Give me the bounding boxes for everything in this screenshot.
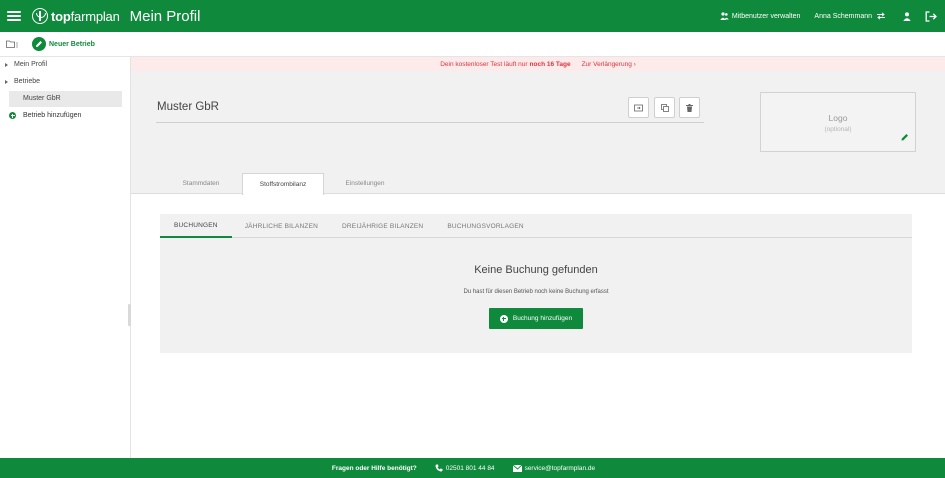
empty-state-text: Du hast für diesen Betrieb noch keine Bu… bbox=[463, 289, 609, 295]
logo-upload[interactable]: Logo (optional) bbox=[760, 92, 916, 152]
phone-link[interactable]: 02501 801 44 84 bbox=[435, 464, 495, 472]
folder-view-icon[interactable] bbox=[6, 40, 20, 48]
sidebar-item-selected-farm[interactable]: Muster GbR bbox=[9, 91, 122, 107]
user-switch[interactable]: Anna Schemmann bbox=[814, 12, 889, 20]
sidebar-item-my-profile[interactable]: Mein Profil bbox=[0, 61, 47, 68]
toolbar: Neuer Betrieb bbox=[0, 32, 945, 57]
email-address: service@topfarmplan.de bbox=[524, 464, 596, 472]
bookings-card: BUCHUNGEN JÄHRLICHE BILANZEN DREIJÄHRIGE… bbox=[160, 214, 912, 353]
sidebar-item-farms[interactable]: Betriebe bbox=[0, 78, 40, 85]
add-farm-label: Betrieb hinzufügen bbox=[23, 112, 82, 119]
new-farm-button[interactable]: Neuer Betrieb bbox=[32, 37, 95, 51]
new-farm-label: Neuer Betrieb bbox=[49, 40, 95, 48]
user-name: Anna Schemmann bbox=[814, 12, 872, 20]
caret-right-icon bbox=[5, 79, 8, 84]
tab-dreijaehrige-bilanzen[interactable]: DREIJÄHRIGE BILANZEN bbox=[331, 214, 434, 238]
phone-icon bbox=[435, 464, 443, 472]
name-underline bbox=[156, 122, 704, 123]
export-button[interactable] bbox=[628, 97, 649, 118]
sidebar-item-label: Mein Profil bbox=[14, 61, 48, 68]
bookings-tabs: BUCHUNGEN JÄHRLICHE BILANZEN DREIJÄHRIGE… bbox=[160, 214, 912, 238]
delete-button[interactable] bbox=[679, 97, 700, 118]
footer: Fragen oder Hilfe benötigt? 02501 801 44… bbox=[0, 458, 945, 478]
plus-circle-icon bbox=[9, 112, 16, 119]
edit-logo-icon[interactable] bbox=[901, 128, 909, 146]
brand-logo[interactable]: topfarmplan bbox=[32, 8, 120, 24]
farm-profile-panel: Muster GbR Logo (optional) Stammdaten St… bbox=[131, 71, 945, 195]
logout-icon[interactable] bbox=[925, 10, 937, 22]
swap-icon bbox=[877, 12, 885, 20]
sidebar-item-label: Betriebe bbox=[14, 78, 41, 85]
trial-banner: Dein kostenloser Test läuft nur noch 16 … bbox=[131, 57, 945, 71]
add-booking-button[interactable]: Buchung hinzufügen bbox=[489, 308, 583, 329]
plus-circle-icon bbox=[499, 314, 508, 323]
farm-name: Muster GbR bbox=[157, 101, 219, 113]
extend-trial-link[interactable]: Zur Verlängerung › bbox=[582, 61, 636, 68]
app-header: topfarmplan Mein Profil Mitbenutzer verw… bbox=[0, 0, 945, 32]
sidebar-resize-handle[interactable] bbox=[128, 304, 131, 326]
users-icon bbox=[720, 12, 729, 20]
sidebar: Mein Profil Betriebe Muster GbR Betrieb … bbox=[0, 57, 131, 458]
page-title: Mein Profil bbox=[129, 7, 201, 25]
co-users-label: Mitbenutzer verwalten bbox=[731, 12, 801, 20]
tab-buchungen[interactable]: BUCHUNGEN bbox=[160, 214, 232, 238]
copy-icon bbox=[660, 103, 669, 112]
logo-subtitle: (optional) bbox=[824, 126, 852, 133]
trial-text: Dein kostenloser Test läuft nur bbox=[440, 60, 528, 68]
trial-remaining: noch 16 Tage bbox=[529, 60, 571, 68]
email-link[interactable]: service@topfarmplan.de bbox=[512, 464, 596, 472]
tab-buchungsvorlagen[interactable]: BUCHUNGSVORLAGEN bbox=[436, 214, 535, 238]
mail-icon bbox=[512, 464, 522, 472]
empty-state-title: Keine Buchung gefunden bbox=[474, 264, 598, 276]
tab-stoffstrombilanz[interactable]: Stoffstrombilanz bbox=[242, 173, 324, 195]
brand-name: topfarmplan bbox=[51, 8, 120, 24]
tab-jaehrliche-bilanzen[interactable]: JÄHRLICHE BILANZEN bbox=[234, 214, 329, 238]
help-question: Fragen oder Hilfe benötigt? bbox=[331, 464, 417, 472]
export-icon bbox=[634, 104, 643, 111]
tab-einstellungen[interactable]: Einstellungen bbox=[326, 173, 404, 194]
tab-stammdaten[interactable]: Stammdaten bbox=[162, 173, 240, 194]
co-users-link[interactable]: Mitbenutzer verwalten bbox=[720, 12, 800, 20]
user-icon[interactable] bbox=[903, 11, 911, 21]
plant-logo-icon bbox=[32, 8, 48, 24]
menu-icon[interactable] bbox=[7, 11, 21, 21]
phone-number: 02501 801 44 84 bbox=[445, 464, 495, 472]
add-farm-link[interactable]: Betrieb hinzufügen bbox=[9, 112, 81, 119]
copy-button[interactable] bbox=[654, 97, 675, 118]
caret-right-icon bbox=[5, 62, 8, 67]
trash-icon bbox=[686, 103, 693, 112]
logo-title: Logo bbox=[828, 113, 848, 123]
pencil-icon bbox=[32, 37, 46, 51]
add-booking-label: Buchung hinzufügen bbox=[512, 315, 573, 322]
